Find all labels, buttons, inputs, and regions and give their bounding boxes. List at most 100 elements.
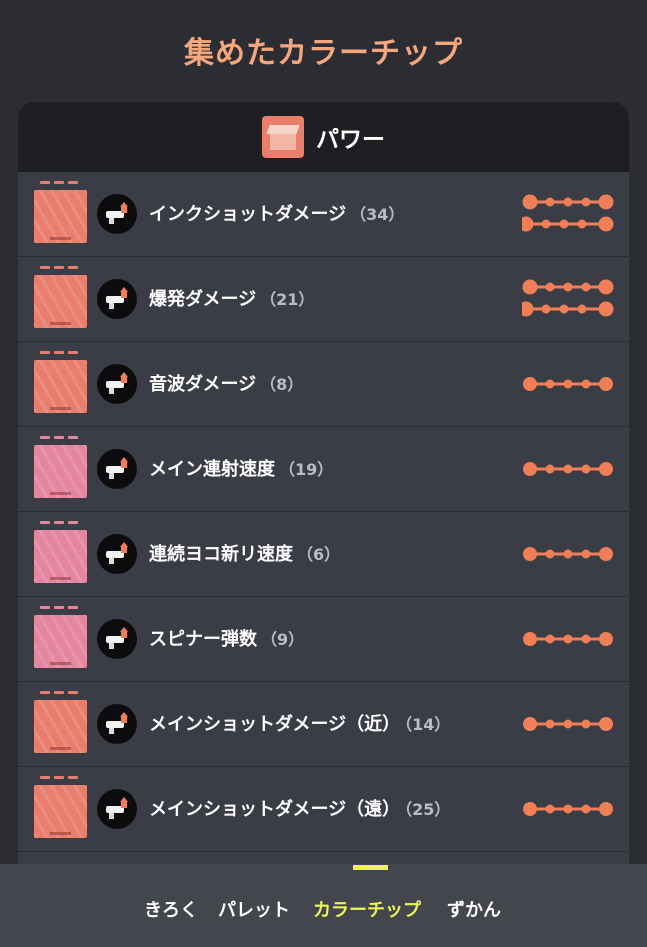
ability-row[interactable]: メインショットダメージ（遠） （25） bbox=[18, 767, 629, 852]
progress-bead bbox=[581, 197, 591, 207]
progress-bead bbox=[563, 549, 573, 559]
ability-row[interactable]: スピナー弾数 （9） bbox=[18, 597, 629, 682]
progress-bead bbox=[523, 377, 537, 391]
progress-bead bbox=[522, 194, 538, 210]
progress-bead bbox=[598, 194, 614, 210]
category-header: パワー bbox=[18, 102, 629, 172]
ability-count: （25） bbox=[404, 800, 451, 819]
progress-bead bbox=[523, 547, 537, 561]
progress-bead bbox=[563, 197, 573, 207]
progress-bead bbox=[523, 717, 537, 731]
chip-progress-track bbox=[522, 534, 617, 574]
tab-palette[interactable]: パレット bbox=[218, 896, 290, 922]
progress-bead bbox=[523, 632, 537, 646]
progress-bead bbox=[599, 377, 613, 391]
ability-row[interactable]: 連続ヨコ新リ速度 （6） bbox=[18, 512, 629, 597]
tab-color-chip[interactable]: カラーチップ bbox=[313, 896, 421, 922]
ability-count: （6） bbox=[297, 545, 341, 564]
progress-bead bbox=[581, 379, 591, 389]
progress-bead bbox=[563, 719, 573, 729]
chip-tier-marks bbox=[40, 691, 80, 695]
ability-count: （9） bbox=[261, 630, 305, 649]
ability-name: 音波ダメージ （8） bbox=[149, 370, 303, 396]
main-fire-rate-icon bbox=[97, 449, 137, 489]
color-chip[interactable] bbox=[34, 785, 87, 838]
explosion-damage-icon bbox=[97, 279, 137, 319]
progress-bead bbox=[559, 304, 569, 314]
chip-tier-marks bbox=[40, 181, 80, 185]
progress-bead bbox=[599, 547, 613, 561]
ability-label: 爆発ダメージ bbox=[149, 289, 257, 310]
ability-name: スピナー弾数 （9） bbox=[149, 625, 304, 651]
progress-bead bbox=[545, 719, 555, 729]
ability-label: メインショットダメージ（遠） bbox=[149, 799, 401, 820]
progress-bead bbox=[577, 219, 587, 229]
color-chip[interactable] bbox=[34, 190, 87, 243]
color-chip[interactable] bbox=[34, 275, 87, 328]
progress-bead bbox=[577, 304, 587, 314]
ability-list: インクショットダメージ （34） 爆発ダメージ （21） 音波ダメージ （8） メイン連射速… bbox=[18, 172, 629, 852]
progress-bead bbox=[523, 802, 537, 816]
color-chip[interactable] bbox=[34, 700, 87, 753]
progress-bead bbox=[563, 379, 573, 389]
ability-label: スピナー弾数 bbox=[149, 629, 257, 650]
chip-progress-track bbox=[522, 194, 617, 234]
ability-row[interactable]: メイン連射速度 （19） bbox=[18, 427, 629, 512]
progress-bead bbox=[545, 282, 555, 292]
ability-label: メイン連射速度 bbox=[149, 459, 275, 480]
color-chip[interactable] bbox=[34, 530, 87, 583]
sound-wave-damage-icon bbox=[97, 364, 137, 404]
ability-name: 連続ヨコ新リ速度 （6） bbox=[149, 540, 340, 566]
chip-tier-marks bbox=[40, 351, 80, 355]
color-chip[interactable] bbox=[34, 360, 87, 413]
chip-progress-track bbox=[522, 449, 617, 489]
ability-name: メイン連射速度 （19） bbox=[149, 455, 333, 481]
progress-bead bbox=[581, 719, 591, 729]
main-shot-damage-far-icon bbox=[97, 789, 137, 829]
ability-row[interactable]: メインショットダメージ（近） （14） bbox=[18, 682, 629, 767]
spinner-ammo-icon bbox=[97, 619, 137, 659]
progress-bead bbox=[599, 802, 613, 816]
progress-bead bbox=[581, 282, 591, 292]
progress-bead bbox=[545, 804, 555, 814]
ability-row[interactable]: インクショットダメージ （34） bbox=[18, 172, 629, 257]
chip-tier-marks bbox=[40, 606, 80, 610]
chip-tier-marks bbox=[40, 776, 80, 780]
ability-count: （19） bbox=[279, 460, 334, 479]
main-shot-damage-near-icon bbox=[97, 704, 137, 744]
ability-name: インクショットダメージ （34） bbox=[149, 200, 404, 226]
progress-bead bbox=[598, 216, 614, 232]
chip-progress-track bbox=[522, 279, 617, 319]
ability-count: （14） bbox=[404, 715, 451, 734]
chip-tier-marks bbox=[40, 521, 80, 525]
progress-bead bbox=[522, 216, 534, 232]
chip-progress-track bbox=[522, 619, 617, 659]
ability-label: インクショットダメージ bbox=[149, 204, 347, 225]
progress-bead bbox=[598, 301, 614, 317]
color-chip[interactable] bbox=[34, 445, 87, 498]
color-chip[interactable] bbox=[34, 615, 87, 668]
horizontal-slash-speed-icon bbox=[97, 534, 137, 574]
ability-row[interactable]: 音波ダメージ （8） bbox=[18, 342, 629, 427]
progress-bead bbox=[545, 464, 555, 474]
progress-bead bbox=[581, 634, 591, 644]
chip-progress-track bbox=[522, 789, 617, 829]
ability-name: メインショットダメージ（近） （14） bbox=[149, 710, 450, 736]
tab-kiroku[interactable]: きろく bbox=[144, 896, 198, 922]
progress-bead bbox=[581, 804, 591, 814]
category-title: パワー bbox=[316, 127, 385, 153]
ability-name: メインショットダメージ（遠） （25） bbox=[149, 795, 450, 821]
progress-bead bbox=[563, 804, 573, 814]
progress-bead bbox=[598, 279, 614, 295]
progress-bead bbox=[599, 462, 613, 476]
progress-bead bbox=[599, 632, 613, 646]
progress-bead bbox=[581, 464, 591, 474]
progress-bead bbox=[523, 462, 537, 476]
progress-bead bbox=[545, 549, 555, 559]
progress-bead bbox=[563, 282, 573, 292]
ability-row[interactable]: 爆発ダメージ （21） bbox=[18, 257, 629, 342]
progress-bead bbox=[541, 304, 551, 314]
category-panel: パワー インクショットダメージ （34） 爆発ダメージ （21） 音波ダメージ （8） メイ… bbox=[18, 102, 629, 902]
ability-count: （8） bbox=[260, 375, 304, 394]
tab-zukan[interactable]: ずかん bbox=[447, 896, 501, 922]
